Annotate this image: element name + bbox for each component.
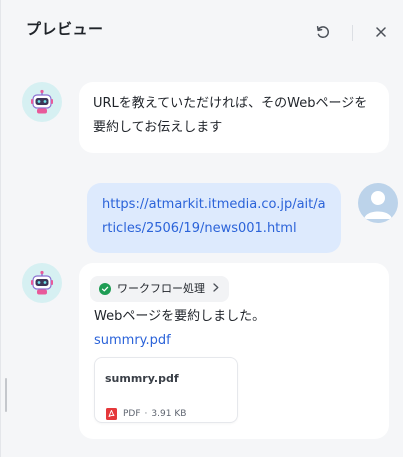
bot-avatar [22,82,62,122]
file-type: PDF [123,409,141,419]
robot-icon [31,89,53,114]
close-button[interactable] [372,23,390,41]
file-meta: PDF · 3.91 KB [106,402,186,426]
user-avatar [358,183,398,223]
user-url-text[interactable]: https://atmarkit.itmedia.co.jp/ait/artic… [102,197,326,236]
user-icon [364,191,392,219]
refresh-button[interactable] [314,23,332,41]
panel-header: プレビュー [1,0,403,62]
robot-icon [31,270,53,295]
close-icon [376,27,386,37]
file-name: summry.pdf [105,372,179,385]
panel-title: プレビュー [26,20,104,38]
header-divider [352,25,353,41]
check-circle-icon [99,283,111,295]
bot-message-text: URLを教えていただければ、そのWebページを要約してお伝えします [93,96,368,135]
refresh-icon [316,26,329,39]
user-message-bubble: https://atmarkit.itmedia.co.jp/ait/artic… [87,183,341,253]
bot-message-bubble: URLを教えていただければ、そのWebページを要約してお伝えします [79,82,389,153]
file-meta-separator: · [144,409,148,419]
chevron-right-icon [213,277,219,301]
bot-response-bubble: ワークフロー処理 Webページを要約しました。 summry.pdf summr… [79,263,389,439]
file-attachment-card[interactable]: summry.pdf PDF · 3.91 KB [94,357,238,423]
summary-file-link[interactable]: summry.pdf [94,330,171,352]
preview-panel: プレビュー URLを教えていただければ、そのWebページを要約してお伝えします … [0,0,403,457]
file-size: 3.91 KB [151,409,187,419]
bot-avatar [22,263,62,303]
pdf-file-icon [106,408,117,420]
summary-done-text: Webページを要約しました。 [94,309,266,324]
workflow-label: ワークフロー処理 [117,282,205,295]
workflow-process-chip[interactable]: ワークフロー処理 [90,276,229,302]
resize-handle[interactable] [5,378,7,412]
